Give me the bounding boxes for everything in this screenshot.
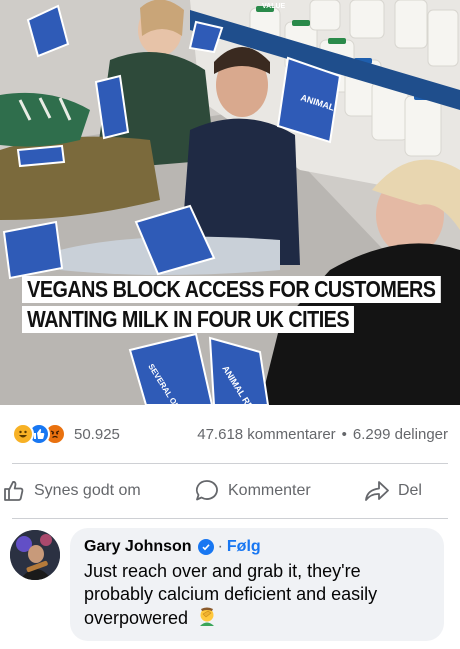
comment-button[interactable]: Kommenter bbox=[194, 478, 311, 504]
verified-badge-icon bbox=[197, 539, 214, 555]
protest-scene-image: ANIMAL ANIMAL RE SEVERAL OUR LA VALUE bbox=[0, 0, 460, 405]
comment-author[interactable]: Gary Johnson bbox=[84, 538, 192, 556]
headline-line-2: WANTING MILK IN FOUR UK CITIES bbox=[22, 306, 355, 333]
like-button-label: Synes godt om bbox=[34, 482, 141, 499]
post-photo[interactable]: ANIMAL ANIMAL RE SEVERAL OUR LA VALUE VE… bbox=[0, 0, 460, 405]
divider bbox=[12, 463, 448, 464]
comment-bubble: Gary Johnson · Følg Just reach over and … bbox=[70, 528, 444, 641]
shelf-tag: VALUE bbox=[262, 3, 286, 10]
follow-button[interactable]: Følg bbox=[227, 538, 261, 556]
comment-bubble-icon bbox=[195, 480, 218, 501]
comment-count-link[interactable]: 47.618 kommentarer bbox=[197, 426, 335, 443]
comment-body: Just reach over and grab it, they're pro… bbox=[84, 561, 378, 628]
share-button-label: Del bbox=[397, 482, 422, 499]
post-stats-row: 50.925 47.618 kommentarer • 6.299 deling… bbox=[0, 405, 460, 463]
share-button[interactable]: Del bbox=[364, 479, 422, 503]
share-count-link[interactable]: 6.299 delinger bbox=[353, 426, 448, 443]
comment-text: Just reach over and grab it, they're pro… bbox=[84, 560, 430, 632]
headline-overlay: VEGANS BLOCK ACCESS FOR CUSTOMERS WANTIN… bbox=[22, 276, 441, 336]
stats-separator: • bbox=[341, 425, 347, 443]
headline-line-1: VEGANS BLOCK ACCESS FOR CUSTOMERS bbox=[22, 276, 441, 303]
like-button[interactable]: Synes godt om bbox=[2, 479, 141, 503]
facepalm-emoji-icon bbox=[197, 606, 217, 632]
comment-separator: · bbox=[217, 538, 223, 555]
thumbs-up-icon bbox=[4, 481, 24, 501]
avatar[interactable] bbox=[10, 530, 60, 580]
divider bbox=[12, 518, 448, 519]
haha-icon bbox=[12, 423, 34, 445]
share-arrow-icon bbox=[365, 481, 389, 501]
post-action-bar: Synes godt om Kommenter Del bbox=[0, 468, 460, 514]
reaction-count: 50.925 bbox=[74, 425, 120, 443]
reactions-summary[interactable]: 50.925 bbox=[12, 423, 120, 445]
comment-button-label: Kommenter bbox=[228, 482, 311, 499]
